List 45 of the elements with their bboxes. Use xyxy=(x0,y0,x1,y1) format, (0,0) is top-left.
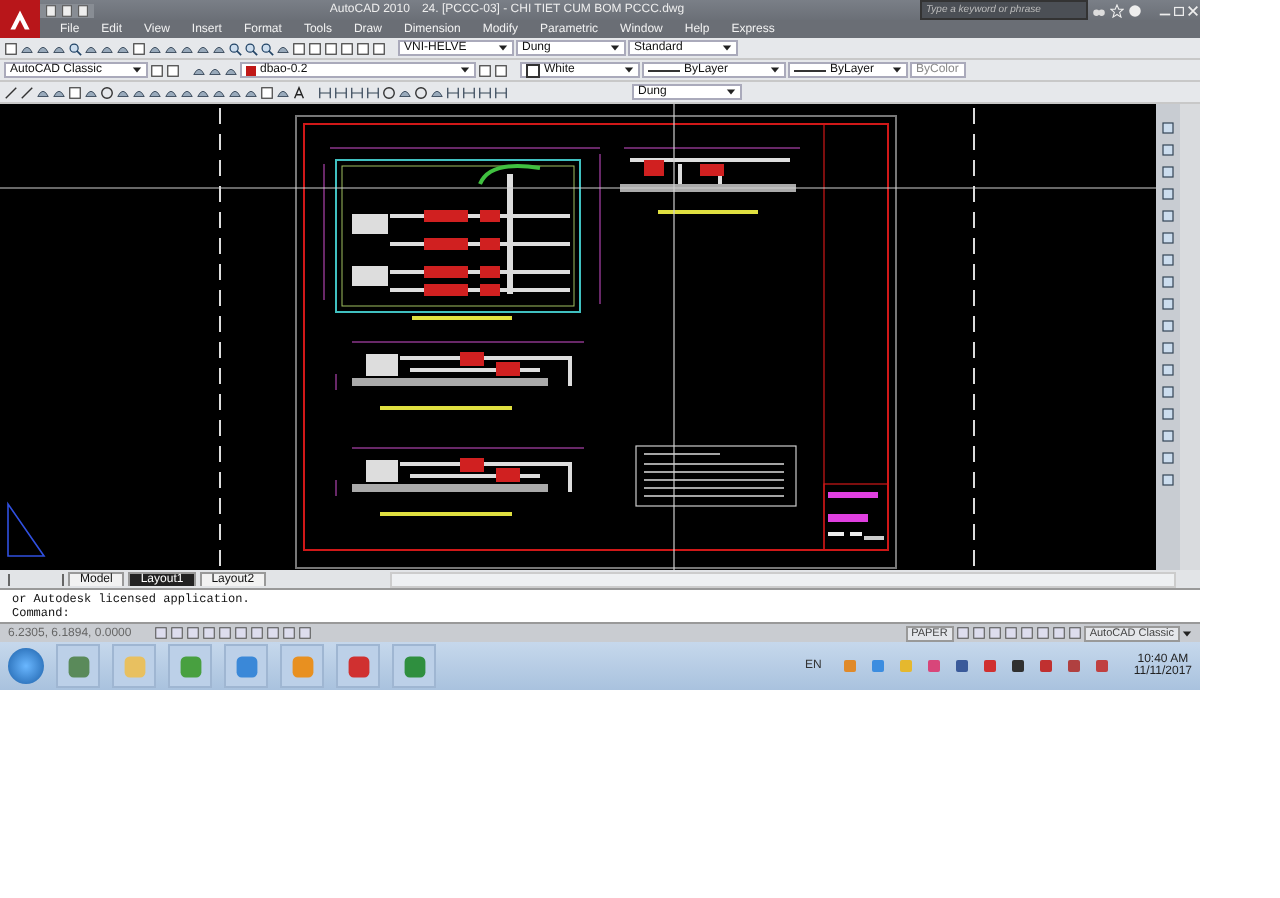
dropdown-arrow-icon xyxy=(460,66,470,74)
close-icon[interactable] xyxy=(1186,3,1200,17)
tool-icon[interactable] xyxy=(228,41,242,55)
application-menu-button[interactable] xyxy=(0,0,40,38)
square-icon[interactable] xyxy=(68,85,82,99)
dropdown-arrow-icon xyxy=(1182,629,1192,637)
circle-icon[interactable] xyxy=(382,85,396,99)
text-tool-icon[interactable] xyxy=(292,85,306,99)
line-icon[interactable] xyxy=(20,85,34,99)
circle-icon[interactable] xyxy=(414,85,428,99)
taskbar-app-icon[interactable] xyxy=(392,644,436,688)
tool-icon[interactable] xyxy=(244,41,258,55)
circle-icon[interactable] xyxy=(100,85,114,99)
taskbar-app-icon[interactable] xyxy=(336,644,380,688)
tool-icon[interactable] xyxy=(350,85,364,99)
tool-icon[interactable] xyxy=(494,85,508,99)
tool-icon[interactable] xyxy=(446,85,460,99)
tool-icon[interactable] xyxy=(334,85,348,99)
horizontal-scrollbar[interactable] xyxy=(390,571,1176,587)
dropdown-arrow-icon xyxy=(770,66,780,74)
restore-icon[interactable] xyxy=(1172,3,1186,17)
dropdown-arrow-icon xyxy=(610,44,620,52)
tool-icon[interactable] xyxy=(84,85,98,99)
dropdown-arrow-icon xyxy=(892,66,902,74)
taskbar-app-icon[interactable] xyxy=(56,644,100,688)
star-icon[interactable] xyxy=(1110,3,1124,17)
tool-icon[interactable] xyxy=(478,85,492,99)
tool-icon[interactable] xyxy=(430,85,444,99)
help-icon[interactable] xyxy=(1128,3,1142,17)
dropdown-arrow-icon xyxy=(132,66,142,74)
dropdown-arrow-icon xyxy=(498,44,508,52)
dropdown-arrow-icon xyxy=(726,88,736,96)
tool-icon[interactable] xyxy=(68,41,82,55)
cad-drawing[interactable] xyxy=(0,104,1156,570)
tool-icon[interactable] xyxy=(318,85,332,99)
line-icon[interactable] xyxy=(4,85,18,99)
tool-icon[interactable] xyxy=(462,85,476,99)
letter-a-logo-icon xyxy=(8,7,32,31)
start-button[interactable] xyxy=(8,648,44,684)
tab-navigation-arrows[interactable] xyxy=(8,573,64,585)
dropdown-arrow-icon xyxy=(722,44,732,52)
tool-icon[interactable] xyxy=(366,85,380,99)
dropdown-arrow-icon xyxy=(624,66,634,74)
tool-icon[interactable] xyxy=(398,85,412,99)
tool-icon[interactable] xyxy=(260,41,274,55)
